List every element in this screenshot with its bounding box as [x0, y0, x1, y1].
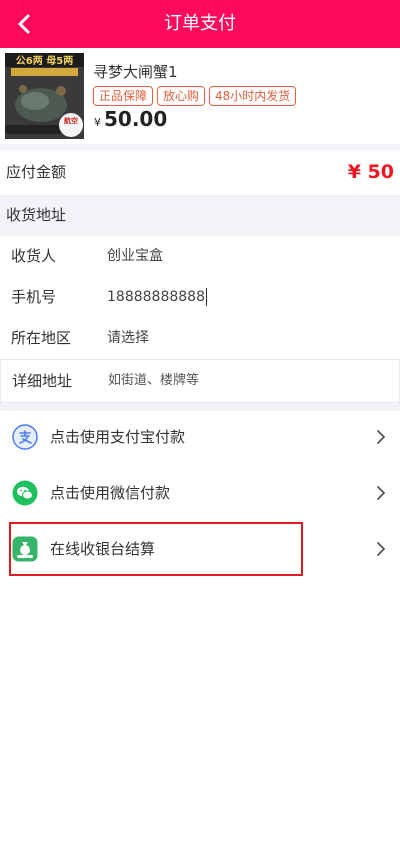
- chevron-right-icon: [377, 430, 385, 444]
- currency-symbol: ¥: [94, 116, 101, 129]
- region-field[interactable]: 所在地区 请选择: [0, 318, 400, 359]
- product-tags: 正品保障 放心购 48小时内发货: [93, 86, 300, 106]
- chevron-right-icon: [377, 486, 385, 500]
- product-tag: 放心购: [157, 86, 206, 106]
- wechat-option[interactable]: 点击使用微信付款: [0, 467, 400, 519]
- payable-amount-value: ¥ 50: [347, 161, 394, 183]
- product-card: 公6两 母5两 航空 寻梦大闸蟹1 正品保障 放心购 48小时内发货 ¥50.00: [0, 48, 400, 144]
- section-divider: [0, 403, 400, 411]
- product-name: 寻梦大闸蟹1: [93, 63, 178, 81]
- address-section-title: 收货地址: [6, 206, 67, 224]
- cashier-option[interactable]: 在线收银台结算: [0, 523, 400, 575]
- detail-address-label: 详细地址: [12, 372, 73, 390]
- receiver-label: 收货人: [11, 247, 57, 265]
- product-image-badge: 航空: [64, 116, 78, 125]
- region-label: 所在地区: [11, 329, 72, 347]
- chevron-right-icon: [377, 542, 385, 556]
- detail-address-field[interactable]: 详细地址 如街道、楼牌等: [0, 359, 400, 403]
- product-image: 公6两 母5两 航空: [5, 53, 84, 139]
- region-select[interactable]: 请选择: [107, 318, 149, 359]
- price-value: 50.00: [104, 107, 168, 131]
- phone-value: 18888888888: [107, 289, 205, 305]
- payable-amount-label: 应付金额: [6, 163, 67, 181]
- phone-field[interactable]: 手机号 18888888888: [0, 277, 400, 318]
- text-cursor: [205, 288, 207, 306]
- page-title: 订单支付: [164, 13, 236, 34]
- chevron-left-icon[interactable]: [10, 9, 40, 39]
- phone-label: 手机号: [11, 288, 57, 306]
- payable-amount-row: 应付金额 ¥ 50: [0, 150, 400, 195]
- header-bar: 订单支付: [0, 0, 400, 48]
- alipay-option[interactable]: 点击使用支付宝付款: [0, 411, 400, 463]
- product-tag: 48小时内发货: [209, 86, 297, 106]
- product-price: ¥50.00: [94, 107, 167, 131]
- receiver-input[interactable]: 创业宝盒: [107, 236, 163, 277]
- detail-address-input[interactable]: 如街道、楼牌等: [108, 360, 199, 402]
- wechat-label: 点击使用微信付款: [50, 484, 171, 502]
- receiver-field[interactable]: 收货人 创业宝盒: [0, 236, 400, 277]
- alipay-label: 点击使用支付宝付款: [50, 428, 186, 446]
- phone-input[interactable]: 18888888888: [107, 277, 207, 318]
- product-tag: 正品保障: [93, 86, 154, 106]
- cashier-icon: [12, 536, 38, 562]
- alipay-icon: [12, 424, 38, 450]
- product-image-caption: 公6两 母5两: [16, 55, 73, 67]
- address-section-header: 收货地址: [0, 195, 400, 236]
- wechat-icon: [12, 480, 38, 506]
- cashier-label: 在线收银台结算: [50, 540, 156, 558]
